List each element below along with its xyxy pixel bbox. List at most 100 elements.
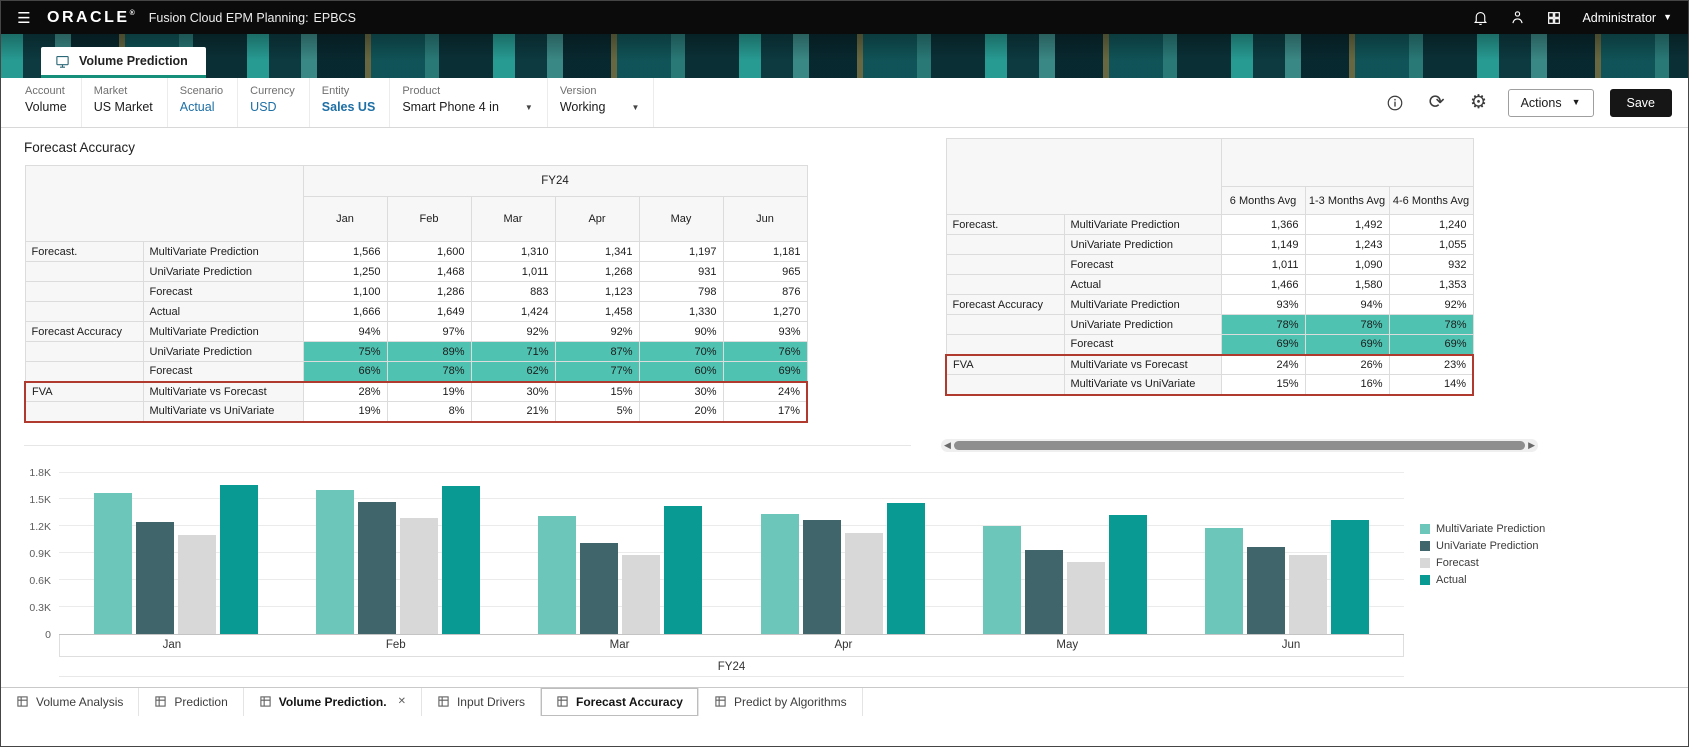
pov-dimension-account[interactable]: Account Volume [1,78,82,127]
data-cell[interactable]: 87% [554,341,640,362]
close-icon[interactable]: ✕ [398,696,406,707]
bottom-tab-volume-analysis[interactable]: Volume Analysis [1,687,140,716]
bar-multivariate-prediction-feb[interactable] [316,490,355,634]
data-cell[interactable]: 94% [1304,294,1390,315]
pov-dimension-version[interactable]: Version Working ▼ [548,78,655,127]
data-cell[interactable]: 24% [1220,353,1306,375]
data-cell[interactable]: 1,240 [1388,214,1474,235]
row-member-label[interactable]: MultiVariate Prediction [1063,294,1222,315]
data-cell[interactable]: 15% [554,380,640,402]
bottom-tab-prediction[interactable]: Prediction [139,687,244,716]
row-member-label[interactable]: UniVariate Prediction [1063,314,1222,335]
pov-dimension-market[interactable]: Market US Market [82,78,168,127]
bar-actual-apr[interactable] [886,503,925,634]
data-cell[interactable]: 28% [302,380,388,402]
data-cell[interactable]: 5% [554,401,640,423]
dropdown-caret-icon[interactable]: ▼ [631,103,639,112]
data-cell[interactable]: 1,468 [386,261,472,282]
bar-forecast-jan[interactable] [178,535,217,634]
row-member-label[interactable]: Actual [142,301,304,322]
row-member-label[interactable]: MultiVariate vs UniVariate [142,401,304,423]
data-cell[interactable]: 19% [386,380,472,402]
data-cell[interactable]: 1,011 [1220,254,1306,275]
data-cell[interactable]: 1,580 [1304,274,1390,295]
data-cell[interactable]: 1,600 [386,241,472,262]
row-member-label[interactable]: UniVariate Prediction [1063,234,1222,255]
data-cell[interactable]: 69% [1220,334,1306,355]
data-cell[interactable]: 78% [1304,314,1390,335]
pov-dimension-value[interactable]: Actual [180,100,215,114]
bar-multivariate-prediction-mar[interactable] [538,516,577,634]
row-member-label[interactable]: MultiVariate vs UniVariate [1063,374,1222,396]
pov-dimension-scenario[interactable]: Scenario Actual [168,78,239,127]
bar-actual-jun[interactable] [1330,519,1369,634]
data-cell[interactable]: 965 [722,261,808,282]
bar-multivariate-prediction-jan[interactable] [94,493,133,634]
horizontal-scrollbar[interactable]: ◀ ▶ [941,439,1538,452]
row-member-label[interactable]: Forecast [142,281,304,302]
data-cell[interactable]: 78% [386,361,472,382]
legend-item-forecast[interactable]: Forecast [1420,557,1545,569]
bar-forecast-apr[interactable] [844,533,883,634]
data-cell[interactable]: 1,286 [386,281,472,302]
data-cell[interactable]: 1,330 [638,301,724,322]
refresh-icon[interactable]: ⟳ [1424,90,1450,116]
bar-forecast-may[interactable] [1066,562,1105,634]
row-member-label[interactable]: UniVariate Prediction [142,341,304,362]
legend-item-multivariate-prediction[interactable]: MultiVariate Prediction [1420,523,1545,535]
data-cell[interactable]: 97% [386,321,472,342]
grid-column-header-jan[interactable]: Jan [302,196,388,242]
tab-volume-prediction[interactable]: Volume Prediction [41,47,206,78]
data-cell[interactable]: 17% [722,401,808,423]
bar-univariate-prediction-apr[interactable] [802,520,841,634]
data-cell[interactable]: 1,424 [470,301,556,322]
data-cell[interactable]: 15% [1220,374,1306,396]
row-member-label[interactable]: Forecast [1063,254,1222,275]
data-cell[interactable]: 69% [1304,334,1390,355]
data-cell[interactable]: 14% [1388,374,1474,396]
data-cell[interactable]: 30% [638,380,724,402]
bar-multivariate-prediction-may[interactable] [982,526,1021,634]
save-button[interactable]: Save [1609,88,1672,117]
pov-dimension-value[interactable]: Working [560,100,606,114]
bar-univariate-prediction-feb[interactable] [358,502,397,634]
row-member-label[interactable]: MultiVariate Prediction [142,321,304,342]
actions-button[interactable]: Actions ▼ [1507,88,1594,117]
row-member-label[interactable]: MultiVariate Prediction [142,241,304,262]
bottom-tab-predict-by-algorithms[interactable]: Predict by Algorithms [699,687,863,716]
bar-actual-feb[interactable] [442,486,481,634]
data-cell[interactable]: 71% [470,341,556,362]
pov-dimension-value[interactable]: Volume [25,100,67,114]
bottom-tab-volume-prediction[interactable]: Volume Prediction. ✕ [244,687,422,716]
row-member-label[interactable]: Forecast [1063,334,1222,355]
data-cell[interactable]: 69% [1388,334,1474,355]
data-cell[interactable]: 1,197 [638,241,724,262]
data-cell[interactable]: 1,090 [1304,254,1390,275]
data-cell[interactable]: 77% [554,361,640,382]
pov-dimension-value[interactable]: USD [250,100,276,114]
bar-univariate-prediction-may[interactable] [1024,550,1063,634]
data-cell[interactable]: 60% [638,361,724,382]
bar-actual-mar[interactable] [664,506,703,634]
bar-univariate-prediction-jan[interactable] [136,521,175,634]
bar-forecast-jun[interactable] [1288,555,1327,634]
grid-column-header-may[interactable]: May [638,196,724,242]
info-icon[interactable] [1382,90,1408,116]
row-member-label[interactable]: MultiVariate Prediction [1063,214,1222,235]
bar-multivariate-prediction-apr[interactable] [760,513,799,634]
bar-forecast-mar[interactable] [622,554,661,634]
data-cell[interactable]: 69% [722,361,808,382]
row-member-label[interactable]: MultiVariate vs Forecast [1063,353,1222,375]
data-cell[interactable]: 92% [1388,294,1474,315]
bar-actual-may[interactable] [1108,514,1147,634]
bottom-tab-forecast-accuracy[interactable]: Forecast Accuracy [541,687,699,716]
data-cell[interactable]: 1,310 [470,241,556,262]
grid-column-header-apr[interactable]: Apr [554,196,640,242]
data-cell[interactable]: 23% [1388,353,1474,375]
data-cell[interactable]: 93% [722,321,808,342]
grid-column-header-feb[interactable]: Feb [386,196,472,242]
pov-dimension-entity[interactable]: Entity Sales US [310,78,391,127]
legend-item-actual[interactable]: Actual [1420,574,1545,586]
scroll-left-arrow-icon[interactable]: ◀ [944,441,951,450]
bar-forecast-feb[interactable] [400,518,439,634]
